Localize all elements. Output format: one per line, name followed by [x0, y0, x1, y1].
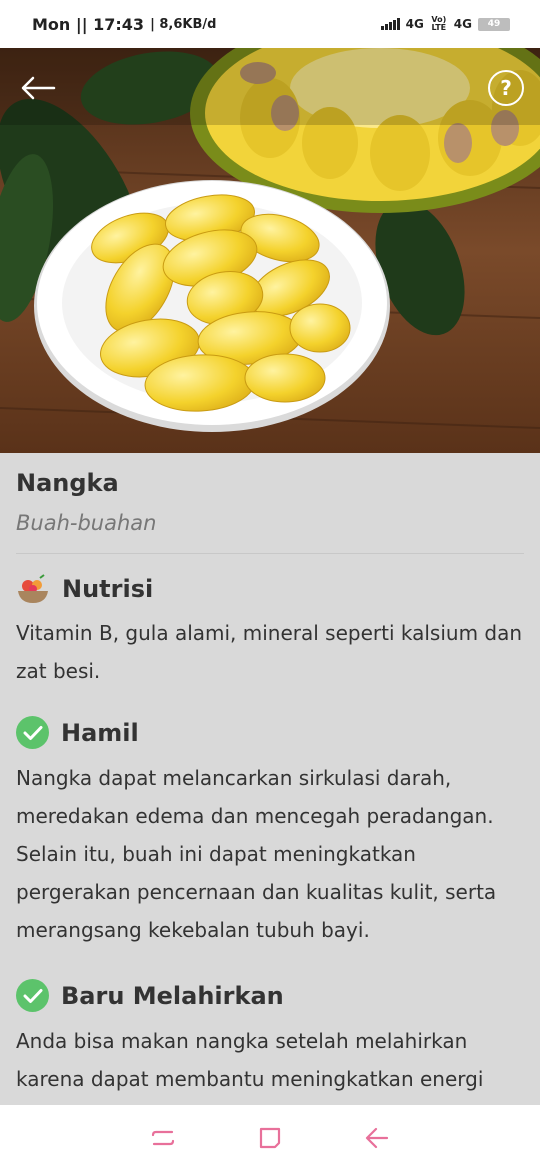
status-left: Mon || 17:43 | 8,6KB/d: [32, 15, 216, 34]
food-detail-content[interactable]: Nangka Buah-buahan Nutrisi Vitamin B, gu…: [0, 453, 540, 1105]
network-type-2: 4G: [453, 17, 472, 31]
food-name: Nangka: [16, 469, 119, 497]
recents-button[interactable]: [143, 1118, 183, 1158]
back-icon: [365, 1127, 388, 1148]
food-category: Buah-buahan: [16, 511, 524, 554]
pregnant-text: Nangka dapat melancarkan sirkulasi darah…: [16, 766, 497, 942]
hero-toolbar: [0, 48, 540, 125]
pregnant-header: Hamil: [16, 716, 524, 749]
fruit-bowl-icon: [18, 574, 48, 603]
battery-icon: 49: [478, 17, 510, 31]
postpartum-text: Anda bisa makan nangka setelah melahirka…: [16, 1029, 484, 1091]
status-network-speed: | 8,6KB/d: [150, 16, 217, 32]
home-button[interactable]: [250, 1118, 290, 1158]
network-type-1: 4G: [405, 17, 424, 31]
help-button[interactable]: ?: [488, 70, 524, 106]
nutrition-text: Vitamin B, gula alami, mineral seperti k…: [16, 621, 523, 683]
battery-level: 49: [487, 19, 501, 29]
back-nav-button[interactable]: [357, 1118, 397, 1158]
nutrition-title: Nutrisi: [62, 575, 154, 603]
pregnant-title: Hamil: [61, 718, 139, 747]
check-icon: [16, 716, 49, 749]
arrow-left-icon: [21, 76, 56, 100]
signal-icon: [380, 18, 400, 30]
status-right: 4G Vo) LTE 4G 49: [380, 15, 510, 32]
status-bar: Mon || 17:43 | 8,6KB/d 4G Vo) LTE 4G 49: [0, 0, 540, 48]
home-icon: [259, 1127, 281, 1148]
back-button[interactable]: [18, 68, 58, 108]
system-nav-bar: [0, 1105, 540, 1170]
recents-icon: [152, 1130, 175, 1145]
check-icon: [16, 979, 49, 1012]
help-icon: ?: [500, 76, 512, 100]
volte-badge: Vo) LTE: [431, 15, 447, 32]
status-time: Mon || 17:43: [32, 14, 145, 34]
nutrition-header: Nutrisi: [16, 574, 524, 604]
postpartum-title: Baru Melahirkan: [61, 981, 284, 1010]
postpartum-header: Baru Melahirkan: [16, 979, 524, 1012]
hero-image-jackfruit: ?: [0, 48, 540, 453]
